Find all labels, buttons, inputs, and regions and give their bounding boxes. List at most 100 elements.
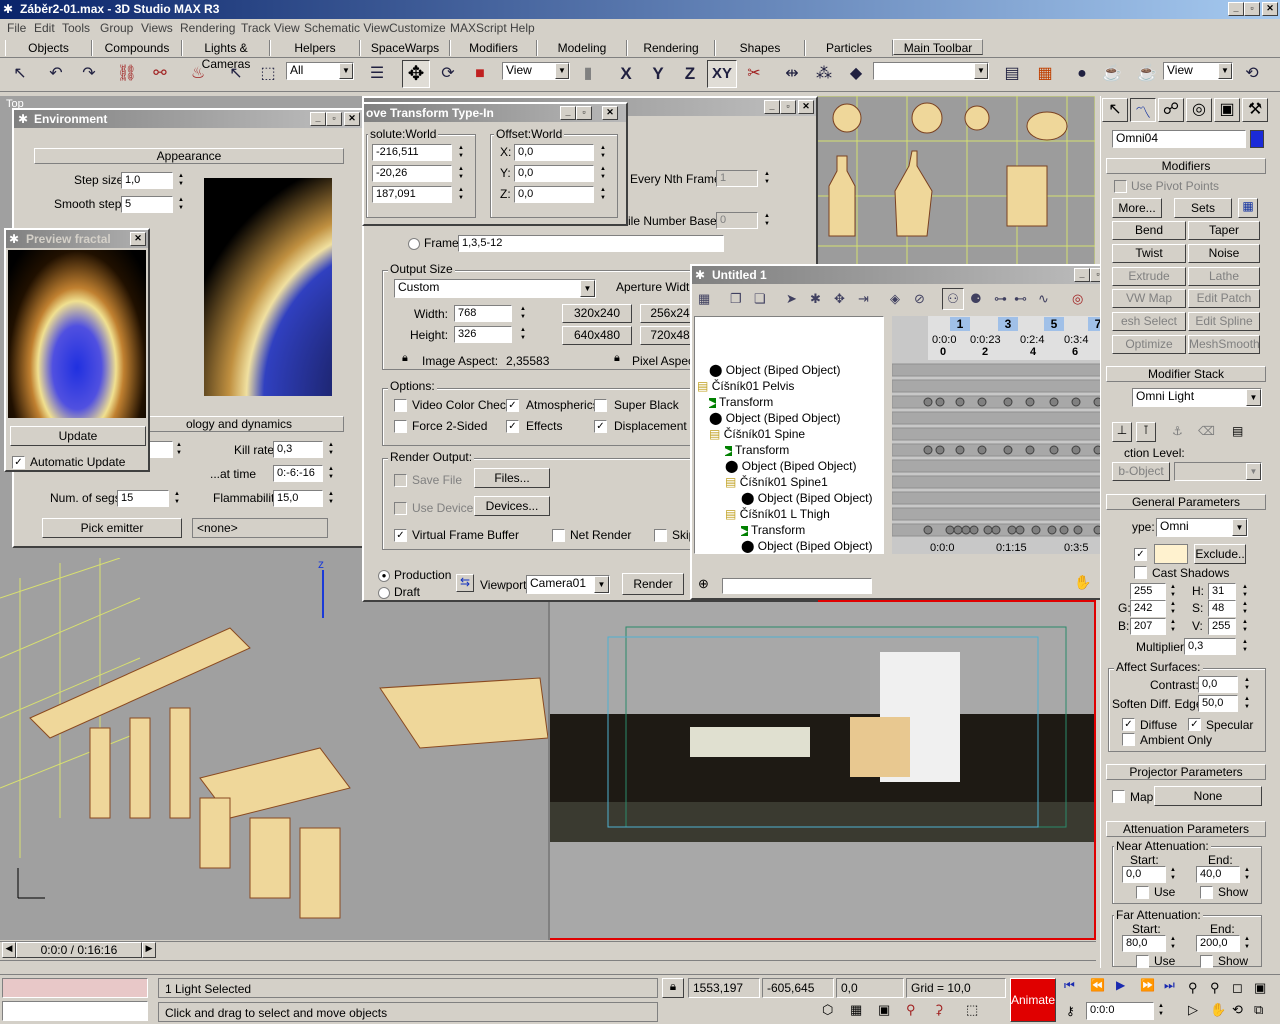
lathe-modifier-button[interactable]: Lathe [1188, 267, 1260, 286]
tree-item[interactable]: ▤ Číšník01 L Thigh [725, 507, 830, 521]
selection-lock-icon[interactable]: 🔒︎ [662, 978, 684, 998]
appearance-rollout-header[interactable]: Appearance [34, 148, 344, 164]
ambient-only-checkbox[interactable] [1122, 733, 1135, 746]
env-maximize-button[interactable]: ▫ [326, 112, 342, 126]
menu-file[interactable]: File [7, 19, 26, 37]
transform-minimize-button[interactable]: _ [560, 106, 576, 120]
twist-modifier-button[interactable]: Twist [1112, 244, 1186, 263]
birth-rate-spinner[interactable]: ▲ ▼ [174, 441, 184, 458]
render-type-dropdown[interactable]: View ▼ [1163, 62, 1233, 80]
net-render-checkbox[interactable] [552, 529, 565, 542]
noise-modifier-button[interactable]: Noise [1188, 244, 1260, 263]
object-color-swatch[interactable] [1250, 130, 1264, 148]
tab-spacewarps[interactable]: SpaceWarps [360, 40, 450, 56]
video-color-check-checkbox[interactable] [394, 399, 407, 412]
configure-sets-icon[interactable]: ▦ [1238, 198, 1258, 218]
kill-rate-spinner[interactable]: ▲ ▼ [326, 441, 336, 458]
mesh-select-modifier-button[interactable]: esh Select [1112, 312, 1186, 331]
saturation-field[interactable]: 48 [1208, 600, 1236, 617]
zoom-all-icon[interactable]: ⚲ [1210, 980, 1220, 996]
projector-map-checkbox[interactable] [1112, 790, 1125, 803]
viewport-dropdown[interactable]: Camera01 ▼ [526, 575, 610, 594]
tab-shapes[interactable]: Shapes [715, 40, 805, 56]
at-time-field[interactable]: 0:-6:-16 [273, 465, 323, 482]
current-time-field[interactable]: 0:0:0 [1086, 1002, 1154, 1020]
transform-close-button[interactable]: ✕ [602, 106, 618, 120]
step-size-spinner[interactable]: ▲ ▼ [176, 172, 186, 189]
make-unique-icon[interactable]: ⊘ [914, 291, 925, 307]
near-end-spinner[interactable]: ▲ ▼ [1242, 866, 1252, 883]
pan-icon[interactable]: ✋ [1210, 1002, 1226, 1018]
more-button[interactable]: More... [1112, 198, 1162, 218]
smooth-steps-spinner[interactable]: ▲ ▼ [176, 196, 186, 213]
tab-rendering[interactable]: Rendering [627, 40, 715, 56]
red-spinner[interactable]: ▲ ▼ [1168, 583, 1178, 600]
hue-spinner[interactable]: ▲ ▼ [1240, 583, 1250, 600]
res-640x480-button[interactable]: 640x480 [562, 326, 632, 345]
select-scale-icon[interactable]: ■ [468, 62, 492, 86]
go-to-end-icon[interactable]: ⏭ [1164, 978, 1175, 993]
edit-time-icon[interactable]: ⚈ [970, 291, 982, 307]
menu-tools[interactable]: Tools [62, 19, 90, 37]
schematic-icon[interactable]: ▦ [1033, 62, 1057, 86]
every-nth-spinner[interactable]: ▲ ▼ [762, 170, 772, 187]
spinner-snap-icon[interactable]: ⚳ [934, 1002, 944, 1018]
utilities-tab-icon[interactable]: ⚒ [1242, 98, 1268, 122]
bind-spacewarp-icon[interactable]: ♨ [186, 62, 210, 86]
absolute-z-spinner[interactable]: ▲ ▼ [456, 186, 466, 203]
height-spinner[interactable]: ▲ ▼ [518, 326, 528, 343]
light-on-checkbox[interactable]: ✓ [1134, 548, 1147, 561]
material-editor-icon[interactable]: ● [1070, 62, 1094, 86]
contrast-spinner[interactable]: ▲ ▼ [1242, 676, 1252, 693]
time-slider-thumb[interactable]: 0:0:0 / 0:16:16 [16, 942, 142, 958]
tree-item[interactable]: ⬤ Object (Biped Object) [709, 363, 840, 377]
assign-controller-icon[interactable]: ◈ [890, 291, 900, 307]
add-keys-icon[interactable]: ➤ [786, 291, 797, 307]
taper-modifier-button[interactable]: Taper [1188, 221, 1260, 240]
pick-emitter-button[interactable]: Pick emitter [42, 518, 182, 538]
step-size-field[interactable]: 1,0 [121, 172, 173, 189]
file-number-base-spinner[interactable]: ▲ ▼ [762, 212, 772, 229]
red-field[interactable]: 255 [1130, 583, 1166, 600]
maxscript-listener-white[interactable] [2, 1001, 148, 1021]
remove-modifier-icon[interactable]: ⌫ [1198, 424, 1215, 438]
position-ranges-icon[interactable]: ⊷ [1014, 291, 1027, 307]
zoom-extents-all-icon[interactable]: ▣ [1254, 980, 1266, 996]
menu-edit[interactable]: Edit [34, 19, 55, 37]
optimize-modifier-button[interactable]: Optimize [1112, 335, 1186, 354]
smooth-steps-field[interactable]: 5 [121, 196, 173, 213]
make-unique-mod-icon[interactable]: ⚓︎ [1172, 424, 1183, 438]
move-keys-icon[interactable]: ✥ [834, 291, 845, 307]
delete-keys-icon[interactable]: ✱ [810, 291, 821, 307]
tree-item[interactable]: ▤ Číšník01 Spine [709, 427, 805, 441]
tab-particles[interactable]: Particles [805, 40, 893, 56]
maxscript-listener-pink[interactable] [2, 978, 148, 998]
previous-frame-icon[interactable]: ⏪ [1090, 978, 1105, 992]
light-color-swatch[interactable] [1154, 544, 1188, 564]
absolute-x-spinner[interactable]: ▲ ▼ [456, 144, 466, 161]
far-use-checkbox[interactable] [1136, 955, 1149, 968]
multiplier-spinner[interactable]: ▲ ▼ [1240, 638, 1250, 655]
select-rotate-icon[interactable]: ⟳ [436, 62, 460, 86]
near-start-field[interactable]: 0,0 [1122, 866, 1166, 883]
track-status-field[interactable] [722, 578, 872, 594]
far-end-field[interactable]: 200,0 [1196, 935, 1240, 952]
redo-icon[interactable]: ↷ [77, 62, 101, 86]
menu-schematic-view[interactable]: Schematic View [304, 19, 389, 37]
tree-item[interactable]: ▤ Číšník01 Spine1 [725, 475, 828, 489]
skip-checkbox[interactable] [654, 529, 667, 542]
tree-item[interactable]: ⬤ Object (Biped Object) [741, 491, 872, 505]
specular-checkbox[interactable]: ✓ [1188, 718, 1201, 731]
track-key-area[interactable]: 1 3 5 7 0:0:0 0:0:23 0:2:4 0:3:4 0 2 4 6 [892, 316, 1110, 554]
menu-track-view[interactable]: Track View [241, 19, 300, 37]
effects-checkbox[interactable]: ✓ [506, 420, 519, 433]
every-nth-field[interactable]: 1 [716, 170, 758, 187]
virtual-frame-buffer-checkbox[interactable]: ✓ [394, 529, 407, 542]
near-show-checkbox[interactable] [1200, 886, 1213, 899]
ref-coord-dropdown[interactable]: View ▼ [502, 62, 570, 80]
field-of-view-icon[interactable]: ▷ [1188, 1002, 1198, 1018]
multiplier-field[interactable]: 0,3 [1184, 638, 1236, 655]
pin-stack-icon[interactable]: ⊥ [1112, 422, 1132, 442]
devices-button[interactable]: Devices... [474, 496, 550, 516]
track-pan-icon[interactable]: ✋ [1074, 574, 1091, 591]
